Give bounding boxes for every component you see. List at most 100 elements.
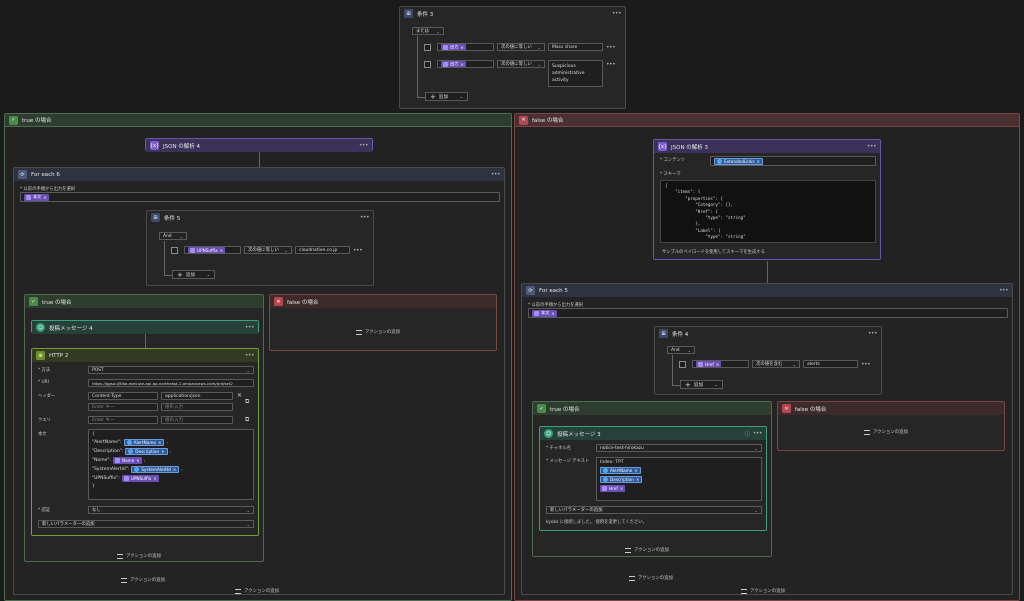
parse-json-3-header[interactable]: {x} JSON の解析 3 ••• — [654, 140, 880, 153]
foreach-6-input[interactable]: 本文 ✕ — [20, 192, 500, 202]
header-value-input[interactable]: application/json — [161, 392, 233, 400]
row-2-operator-select[interactable]: 次の値に等しい ⌄ — [497, 60, 545, 68]
or-operator-select[interactable]: または ⌄ — [412, 27, 444, 35]
row-more-icon[interactable]: ••• — [353, 247, 363, 254]
more-options-icon[interactable]: ••• — [359, 142, 369, 149]
add-condition-button[interactable]: + 追加 ⌄ — [172, 270, 215, 279]
auth-select[interactable]: なし ⌄ — [88, 506, 254, 514]
more-options-icon[interactable]: ••• — [612, 10, 622, 17]
close-icon: ✕ — [634, 468, 638, 473]
add-condition-button[interactable]: + 追加 ⌄ — [680, 380, 723, 389]
connection-info[interactable]: kyoko に接続しました。 接続を変更してください。 — [546, 519, 647, 525]
post-message-4-card[interactable]: ☺ 投稿メッセージ 4 ••• — [31, 320, 259, 334]
condition-5-value-field[interactable]: cloudnative.co.jp — [295, 246, 350, 254]
upnsuffix-token[interactable]: UPNSuffix ✕ — [188, 247, 225, 253]
more-options-icon[interactable]: ••• — [360, 214, 370, 221]
generate-schema-link[interactable]: サンプルのペイロードを使用してスキーマを生成する — [662, 249, 765, 255]
foreach-5-input[interactable]: 本文 ✕ — [528, 308, 1008, 318]
href-token[interactable]: Href ✕ — [696, 361, 722, 367]
systemalertid-token[interactable]: SystemAlertId ✕ — [131, 466, 180, 473]
foreach-5-header[interactable]: ⟳ For each 5 ••• — [522, 284, 1012, 297]
post-message-3-header[interactable]: ☺ 投稿メッセージ 3 ⓘ ••• — [540, 427, 766, 440]
condition-3-header[interactable]: ⊞ 条件 3 ••• — [400, 7, 625, 20]
condition-4-checkbox[interactable] — [679, 361, 686, 368]
and-operator-select[interactable]: And ⌄ — [159, 232, 187, 240]
inner-true-header[interactable]: ✓ true の場合 — [25, 295, 263, 308]
row-1-value-field[interactable]: Mass share — [548, 43, 603, 51]
row-1-more-icon[interactable]: ••• — [606, 44, 616, 51]
href-token[interactable]: Href ✕ — [600, 485, 626, 492]
add-action-link[interactable]: アクションの追加 — [741, 588, 785, 594]
body-token[interactable]: 本文 ✕ — [532, 309, 557, 317]
upnsuffix-token[interactable]: UPNSuffix ✕ — [121, 475, 159, 482]
condition-5-checkbox[interactable] — [171, 247, 178, 254]
add-action-link[interactable]: アクションの追加 — [121, 577, 165, 583]
row-2-more-icon[interactable]: ••• — [606, 61, 616, 68]
row-more-icon[interactable]: ••• — [861, 361, 871, 368]
condition-5-left-field[interactable]: UPNSuffix ✕ — [184, 246, 241, 254]
message-editor[interactable]: Index: TPT AlertName ✕ Description ✕ Href ✕ — [596, 457, 762, 501]
inner-true-header[interactable]: ✓ true の場合 — [533, 402, 771, 415]
description-token[interactable]: Description ✕ — [125, 448, 168, 455]
content-input[interactable]: ExtendedLinks ✕ — [710, 156, 876, 166]
row-2-checkbox[interactable] — [424, 61, 431, 68]
http-2-header[interactable]: ⊕ HTTP 2 ••• — [32, 349, 258, 362]
add-action-link[interactable]: アクションの追加 — [864, 429, 908, 435]
header-key-input[interactable]: Content-Type — [88, 392, 158, 400]
row-2-left-field[interactable]: 出力 ✕ — [437, 60, 494, 68]
condition-4-value-field[interactable]: alerts — [803, 360, 858, 368]
foreach-6-header[interactable]: ⟳ For each 6 ••• — [14, 168, 504, 181]
inner-false-header[interactable]: ✕ false の場合 — [778, 402, 1004, 415]
add-action-link[interactable]: アクションの追加 — [356, 329, 400, 335]
delete-icon[interactable]: ✕ — [237, 392, 242, 399]
parse-json-4-card[interactable]: {x} JSON の解析 4 ••• — [145, 138, 373, 152]
add-action-link[interactable]: アクションの追加 — [629, 575, 673, 581]
add-action-link[interactable]: アクションの追加 — [235, 588, 279, 594]
more-options-icon[interactable]: ••• — [753, 430, 763, 437]
add-condition-button[interactable]: + 追加 ⌄ — [425, 92, 468, 101]
row-1-operator-select[interactable]: 次の値に等しい ⌄ — [497, 43, 545, 51]
output-token[interactable]: 出力 ✕ — [441, 61, 466, 67]
output-token[interactable]: 出力 ✕ — [441, 44, 466, 50]
header-value-placeholder[interactable]: 値の入力 — [161, 403, 233, 411]
row-1-checkbox[interactable] — [424, 44, 431, 51]
uri-input[interactable]: https://ggsuuj5lba.execute-api.ap-northe… — [88, 379, 254, 387]
more-options-icon[interactable]: ••• — [867, 143, 877, 150]
condition-4-header[interactable]: ⊞ 条件 4 ••• — [655, 327, 881, 340]
query-key-input[interactable]: Enter キー — [88, 416, 158, 424]
body-token[interactable]: 本文 ✕ — [24, 193, 49, 201]
condition-5-header[interactable]: ⊞ 条件 5 ••• — [147, 211, 373, 224]
more-options-icon[interactable]: ••• — [245, 352, 255, 359]
body-editor[interactable]: { "AlertName": AlertName ✕, "Description":… — [88, 429, 254, 500]
method-select[interactable]: POST ⌄ — [88, 366, 254, 374]
new-parameter-select[interactable]: 新しいパラメーターの追加 ⌄ — [38, 520, 254, 528]
schema-editor[interactable]: { "items": { "properties": { "Category":… — [660, 180, 876, 243]
false-branch-header[interactable]: ✕ false の場合 — [515, 114, 1019, 127]
more-options-icon[interactable]: ••• — [245, 324, 255, 331]
row-1-left-field[interactable]: 出力 ✕ — [437, 43, 494, 51]
info-icon[interactable]: ⓘ — [744, 430, 750, 438]
condition-5-operator-select[interactable]: 次の値に等しい ⌄ — [244, 246, 292, 254]
name-token[interactable]: Name ✕ — [112, 457, 142, 464]
header-key-placeholder[interactable]: Enter キー — [88, 403, 158, 411]
condition-4-operator-select[interactable]: 次の値を含む ⌄ — [752, 360, 800, 368]
switch-to-text-icon[interactable]: ⧉ — [245, 398, 249, 406]
add-action-link[interactable]: アクションの追加 — [625, 547, 669, 553]
more-options-icon[interactable]: ••• — [491, 171, 501, 178]
new-parameter-select[interactable]: 新しいパラメーターの追加 ⌄ — [546, 506, 762, 514]
switch-to-text-icon[interactable]: ⧉ — [245, 416, 249, 424]
row-2-value-field[interactable]: Suspicious administrative activity — [548, 60, 603, 87]
true-branch-header[interactable]: ✓ true の場合 — [5, 114, 511, 127]
query-value-input[interactable]: 値の入力 — [161, 416, 233, 424]
add-action-link[interactable]: アクションの追加 — [117, 553, 161, 559]
and-operator-select[interactable]: And ⌄ — [667, 346, 695, 354]
inner-false-header[interactable]: ✕ false の場合 — [270, 295, 496, 308]
description-token[interactable]: Description ✕ — [600, 476, 643, 483]
more-options-icon[interactable]: ••• — [999, 287, 1009, 294]
extendedlinks-token[interactable]: ExtendedLinks ✕ — [714, 157, 764, 165]
channel-select[interactable]: notice-test-hirokazu ⌄ — [596, 444, 762, 452]
alertname-token[interactable]: AlertName ✕ — [123, 439, 165, 446]
condition-4-left-field[interactable]: Href ✕ — [692, 360, 749, 368]
more-options-icon[interactable]: ••• — [868, 330, 878, 337]
alertname-token[interactable]: AlertName ✕ — [600, 467, 641, 474]
